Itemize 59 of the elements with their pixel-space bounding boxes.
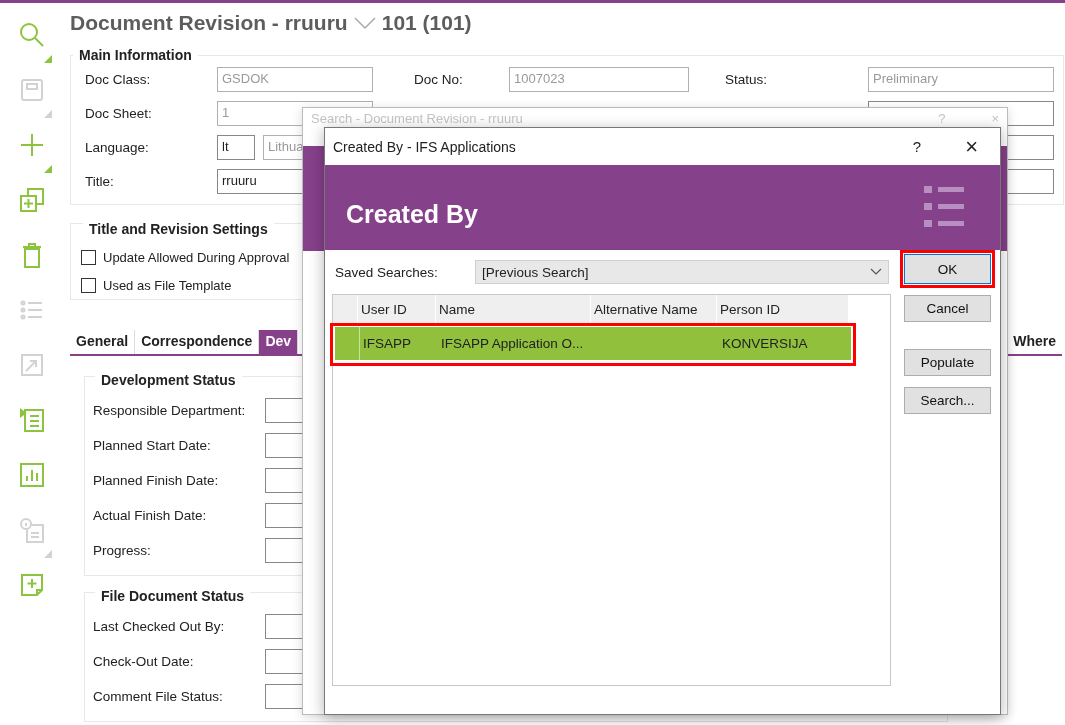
group-heading: Title and Revision Settings xyxy=(83,221,274,237)
close-button[interactable]: × xyxy=(965,133,978,160)
field-label: Saved Searches: xyxy=(335,264,439,280)
field-label: Title: xyxy=(85,174,115,189)
checkbox[interactable] xyxy=(81,250,96,265)
plus-icon[interactable] xyxy=(18,131,46,159)
field-label: Planned Start Date: xyxy=(93,438,212,453)
group-heading: File Document Status xyxy=(95,588,251,604)
bar-chart-icon[interactable] xyxy=(18,461,46,489)
field-label: Doc Class: xyxy=(85,72,152,87)
search-icon[interactable] xyxy=(18,21,46,49)
input-field[interactable]: lt xyxy=(217,135,255,160)
field-label: Check-Out Date: xyxy=(93,654,195,669)
field-label: Last Checked Out By: xyxy=(93,619,226,634)
dialog-title: Created By - IFS Applications xyxy=(333,138,516,155)
dialog-button[interactable]: Search... xyxy=(904,387,991,414)
field-label: Planned Finish Date: xyxy=(93,473,220,488)
field-label: Doc Sheet: xyxy=(85,106,153,121)
chevron-down-icon xyxy=(870,268,882,276)
tab[interactable]: Where xyxy=(1007,330,1062,354)
corner-marker-icon[interactable] xyxy=(44,165,52,173)
column-header[interactable]: User ID xyxy=(358,295,436,323)
group-heading: Development Status xyxy=(95,372,242,388)
tab[interactable]: General xyxy=(70,330,136,354)
header-cell xyxy=(333,295,358,323)
table-cell-text: KONVERSIJA xyxy=(721,335,809,353)
table-cell-text: IFSAPP Application O... xyxy=(440,335,585,353)
dialog-button[interactable]: OK xyxy=(904,254,991,284)
chevron-down-icon[interactable] xyxy=(353,16,376,30)
outline-list-icon[interactable] xyxy=(18,406,46,434)
page-title: Document Revision - rruuru xyxy=(70,11,348,35)
field-label: Language: xyxy=(85,140,150,155)
column-header[interactable]: Name xyxy=(436,295,591,323)
tab[interactable]: Dev xyxy=(259,330,299,354)
column-header[interactable]: Person ID xyxy=(717,295,849,323)
dialog-heading: Created By xyxy=(346,200,478,229)
table-row[interactable]: IFSAPP IFSAPP Application O... KONVERSIJA xyxy=(335,327,851,360)
copy-icon[interactable] xyxy=(18,186,46,214)
checkbox-label: Used as File Template xyxy=(103,278,232,293)
checkbox-label: Update Allowed During Approval xyxy=(103,250,290,265)
dialog-button[interactable]: Cancel xyxy=(904,295,991,322)
field-label: Status: xyxy=(725,72,769,87)
help-button[interactable]: ? xyxy=(912,138,922,155)
dialog-button[interactable]: Populate xyxy=(904,349,991,376)
field-label: Actual Finish Date: xyxy=(93,508,208,523)
revision-label: 101 (101) xyxy=(381,11,472,35)
saved-searches-dropdown[interactable]: [Previous Search] xyxy=(475,260,889,284)
field-label: Responsible Department: xyxy=(93,403,247,418)
corner-marker-icon[interactable] xyxy=(44,55,52,63)
group-heading: Main Information xyxy=(73,47,198,63)
add-note-icon[interactable] xyxy=(18,571,46,599)
list-icon xyxy=(924,185,964,228)
table-cell-text: IFSAPP xyxy=(362,335,412,353)
field-label: Doc No: xyxy=(414,72,464,87)
field-label: Progress: xyxy=(93,543,152,558)
dropdown-value: [Previous Search] xyxy=(482,264,589,280)
column-header[interactable]: Alternative Name xyxy=(591,295,717,323)
checkbox[interactable] xyxy=(81,278,96,293)
field-label: Comment File Status: xyxy=(93,689,224,704)
